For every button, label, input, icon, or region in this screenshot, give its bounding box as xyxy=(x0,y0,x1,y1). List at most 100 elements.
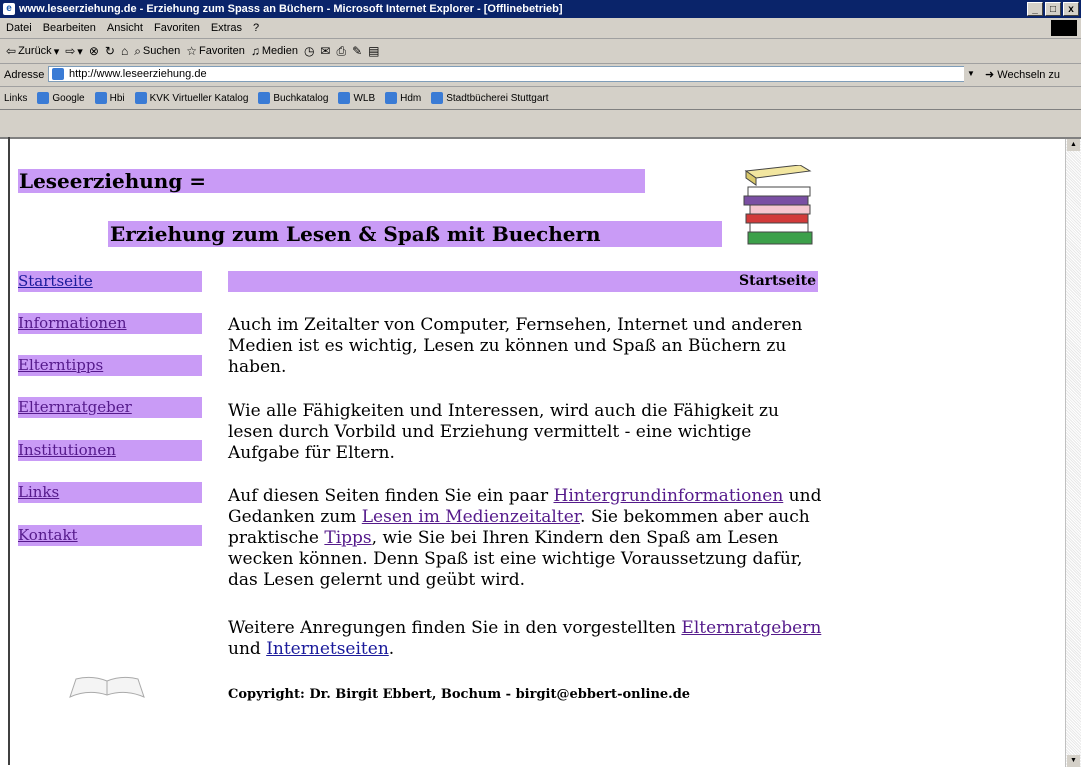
maximize-button[interactable]: □ xyxy=(1045,2,1061,16)
ie-icon: e xyxy=(3,3,15,15)
windows-logo-icon xyxy=(1051,20,1077,36)
link-label: Google xyxy=(52,92,85,104)
menu-extras[interactable]: Extras xyxy=(211,22,242,34)
favorites-label: Favoriten xyxy=(199,45,245,57)
back-label: Zurück xyxy=(18,45,52,57)
stop-icon: ⊗ xyxy=(88,44,99,58)
links-bar: Links Google Hbi KVK Virtueller Katalog … xyxy=(0,87,1081,110)
link-hintergrundinformationen[interactable]: Hintergrundinformationen xyxy=(554,486,784,506)
menu-bearbeiten[interactable]: Bearbeiten xyxy=(43,22,96,34)
nav-informationen[interactable]: Informationen xyxy=(18,313,202,334)
dropdown-icon: ▾ xyxy=(77,45,83,58)
stop-button[interactable]: ⊗ xyxy=(89,44,99,58)
page-viewport: Leseerziehung = Erziehung zum Lesen & Sp… xyxy=(0,137,1081,767)
back-button[interactable]: ⇦ Zurück ▾ xyxy=(6,44,59,58)
nav-kontakt[interactable]: Kontakt xyxy=(18,525,202,546)
link-kvk[interactable]: KVK Virtueller Katalog xyxy=(134,92,248,104)
discuss-button[interactable]: ▤ xyxy=(368,44,379,58)
mail-button[interactable]: ✉ xyxy=(320,44,330,58)
link-hdm[interactable]: Hdm xyxy=(385,92,421,104)
refresh-icon: ↻ xyxy=(104,44,115,58)
history-button[interactable]: ◷ xyxy=(304,44,314,58)
nav-elternratgeber[interactable]: Elternratgeber xyxy=(18,397,202,418)
site-subtitle: Erziehung zum Lesen & Spaß mit Buechern xyxy=(108,221,722,247)
copyright: Copyright: Dr. Birgit Ebbert, Bochum - b… xyxy=(228,687,691,702)
go-button[interactable]: ➜ Wechseln zu xyxy=(985,68,1060,81)
ie-page-icon xyxy=(258,92,271,104)
minimize-button[interactable]: _ xyxy=(1027,2,1043,16)
link-lesen-im-medienzeitalter[interactable]: Lesen im Medienzeitalter xyxy=(362,507,580,527)
menu-help[interactable]: ? xyxy=(253,22,259,34)
search-button[interactable]: ⌕ Suchen xyxy=(134,44,180,59)
web-page: Leseerziehung = Erziehung zum Lesen & Sp… xyxy=(0,139,1066,767)
media-icon: ♫ xyxy=(250,44,260,58)
link-hbi[interactable]: Hbi xyxy=(94,92,125,104)
media-button[interactable]: ♫ Medien xyxy=(251,44,298,58)
ie-page-icon xyxy=(431,92,444,104)
menu-bar: Datei Bearbeiten Ansicht Favoriten Extra… xyxy=(0,18,1081,39)
home-icon: ⌂ xyxy=(120,44,129,58)
nav-link[interactable]: Kontakt xyxy=(18,526,78,544)
ie-page-icon xyxy=(338,92,351,104)
nav-link[interactable]: Elterntipps xyxy=(18,356,103,374)
menu-ansicht[interactable]: Ansicht xyxy=(107,22,143,34)
nav-startseite[interactable]: Startseite xyxy=(18,271,202,292)
close-button[interactable]: x xyxy=(1063,2,1079,16)
nav-links[interactable]: Links xyxy=(18,482,202,503)
home-button[interactable]: ⌂ xyxy=(121,44,128,58)
link-label: Hbi xyxy=(109,92,125,104)
address-dropdown[interactable]: ▼ xyxy=(964,66,978,82)
nav-link[interactable]: Links xyxy=(18,483,59,501)
forward-arrow-icon: ⇨ xyxy=(65,44,76,58)
link-label: Buchkatalog xyxy=(273,92,329,104)
print-button[interactable]: ⎙ xyxy=(336,44,346,59)
address-input[interactable]: http://www.leseerziehung.de xyxy=(48,66,978,82)
text: . xyxy=(388,639,395,659)
search-icon: ⌕ xyxy=(134,43,141,58)
link-buchkatalog[interactable]: Buchkatalog xyxy=(258,92,328,104)
edit-button[interactable]: ✎ xyxy=(352,44,362,58)
paragraph-2: Wie alle Fähigkeiten und Interessen, wir… xyxy=(228,401,779,463)
nav-link[interactable]: Startseite xyxy=(18,272,93,290)
window-titlebar: e www.leseerziehung.de - Erziehung zum S… xyxy=(0,0,1081,18)
ie-page-icon xyxy=(134,92,147,104)
refresh-button[interactable]: ↻ xyxy=(105,44,115,58)
ie-page-icon xyxy=(385,92,398,104)
ie-page-icon xyxy=(94,92,107,104)
links-label: Links xyxy=(4,92,28,104)
scroll-up-arrow-icon[interactable]: ▲ xyxy=(1067,139,1080,151)
paragraph-4: Weitere Anregungen finden Sie in den vor… xyxy=(228,618,828,660)
favorites-icon: ☆ xyxy=(186,44,197,58)
print-icon: ⎙ xyxy=(336,43,347,58)
nav-link[interactable]: Informationen xyxy=(18,314,127,332)
favorites-button[interactable]: ☆ Favoriten xyxy=(186,44,245,58)
nav-institutionen[interactable]: Institutionen xyxy=(18,440,202,461)
link-google[interactable]: Google xyxy=(37,92,85,104)
text: und xyxy=(228,639,267,659)
link-tipps[interactable]: Tipps xyxy=(324,528,371,548)
forward-button[interactable]: ⇨ ▾ xyxy=(65,44,83,58)
scroll-down-arrow-icon[interactable]: ▼ xyxy=(1067,755,1080,767)
link-stadtbuecherei[interactable]: Stadtbücherei Stuttgart xyxy=(431,92,549,104)
link-wlb[interactable]: WLB xyxy=(338,92,375,104)
nav-link[interactable]: Elternratgeber xyxy=(18,398,132,416)
window-title: www.leseerziehung.de - Erziehung zum Spa… xyxy=(19,3,563,15)
window-left-border xyxy=(8,137,10,765)
address-bar: Adresse http://www.leseerziehung.de ▼ ➜ … xyxy=(0,64,1081,87)
book-stack-icon xyxy=(743,165,813,245)
link-elternratgebern[interactable]: Elternratgebern xyxy=(681,618,821,638)
ie-page-icon xyxy=(37,92,50,104)
dropdown-icon: ▾ xyxy=(53,45,60,58)
nav-elterntipps[interactable]: Elterntipps xyxy=(18,355,202,376)
breadcrumb: Startseite xyxy=(228,271,818,292)
link-label: Stadtbücherei Stuttgart xyxy=(446,92,549,104)
link-internetseiten[interactable]: Internetseiten xyxy=(266,639,389,659)
paragraph-1: Auch im Zeitalter von Computer, Fernsehe… xyxy=(228,315,803,377)
nav-link[interactable]: Institutionen xyxy=(18,441,116,459)
open-book-icon xyxy=(69,676,145,698)
menu-datei[interactable]: Datei xyxy=(6,22,32,34)
link-label: WLB xyxy=(353,92,376,104)
menu-favoriten[interactable]: Favoriten xyxy=(154,22,200,34)
site-title: Leseerziehung = xyxy=(18,169,645,193)
vertical-scrollbar[interactable]: ▲ ▼ xyxy=(1065,139,1081,767)
